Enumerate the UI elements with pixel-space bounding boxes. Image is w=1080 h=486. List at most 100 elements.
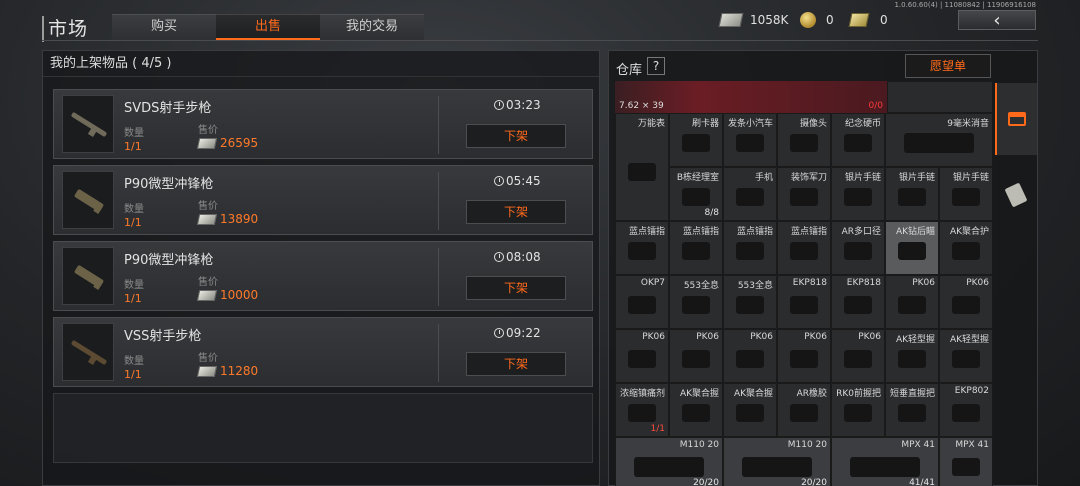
- inventory-item[interactable]: 银片手链: [831, 167, 885, 221]
- qty-value: 1/1: [124, 140, 142, 153]
- wishlist-button[interactable]: 愿望单: [905, 54, 991, 78]
- item-label: 短垂直握把: [889, 389, 935, 399]
- inventory-item[interactable]: PK06: [723, 329, 777, 383]
- inventory-item[interactable]: 553全息: [669, 275, 723, 329]
- inventory-item[interactable]: M110 20 20/20: [615, 437, 723, 486]
- inventory-item[interactable]: 浓缩镇痛剂 1/1: [615, 383, 669, 437]
- item-label: 浓缩镇痛剂: [619, 389, 665, 399]
- back-button[interactable]: ‹: [958, 9, 1036, 31]
- inventory-item[interactable]: EKP818: [831, 275, 885, 329]
- item-icon: [790, 295, 818, 314]
- inventory-item[interactable]: 万能表: [615, 113, 669, 221]
- item-icon: [628, 349, 656, 368]
- inventory-item[interactable]: EKP818: [777, 275, 831, 329]
- inventory-item[interactable]: AK钻后瞄: [885, 221, 939, 275]
- inventory-item[interactable]: 刷卡器: [669, 113, 723, 167]
- item-label: 蓝点镭指: [628, 227, 665, 237]
- inventory-item[interactable]: 摄像头: [777, 113, 831, 167]
- inventory-item[interactable]: 蓝点镭指: [669, 221, 723, 275]
- item-icon: [844, 295, 872, 314]
- item-icon: [736, 241, 764, 260]
- inventory-item[interactable]: AK聚合护: [939, 221, 993, 275]
- inventory-item[interactable]: PK06: [831, 329, 885, 383]
- inventory-item[interactable]: RK0前握把: [831, 383, 885, 437]
- inventory-item[interactable]: OKP7: [615, 275, 669, 329]
- listing-name: SVDS射手步枪: [124, 101, 212, 116]
- coin-value: 0: [826, 13, 834, 27]
- tab-my-trades[interactable]: 我的交易: [320, 14, 424, 40]
- timer-value: 08:08: [506, 250, 541, 264]
- inventory-item[interactable]: EKP802: [939, 383, 993, 437]
- listing-row: P90微型冲锋枪 数量 1/1 售价 10000 08:08 下架: [53, 241, 593, 311]
- coin-icon: [800, 12, 816, 28]
- delist-button[interactable]: 下架: [466, 276, 566, 300]
- item-icon: [736, 295, 764, 314]
- tab-warehouse[interactable]: [995, 83, 1037, 155]
- inventory-item[interactable]: AK聚合握: [723, 383, 777, 437]
- inventory-item[interactable]: AR多口径: [831, 221, 885, 275]
- listing-row: SVDS射手步枪 数量 1/1 售价 26595 03:23 下架: [53, 89, 593, 159]
- inventory-item[interactable]: 蓝点镭指: [615, 221, 669, 275]
- listing-row: P90微型冲锋枪 数量 1/1 售价 13890 05:45 下架: [53, 165, 593, 235]
- inventory-item[interactable]: 9毫米消音: [885, 113, 993, 167]
- empty-listing-slot[interactable]: [53, 393, 593, 463]
- price-label: 售价: [198, 125, 218, 136]
- timer-value: 05:45: [506, 174, 541, 188]
- item-icon: [844, 241, 872, 260]
- inventory-item[interactable]: PK06: [669, 329, 723, 383]
- weapon-item[interactable]: 7.62 × 39 0/0: [615, 81, 887, 113]
- inventory-item[interactable]: PK06: [885, 275, 939, 329]
- inventory-item[interactable]: 蓝点镭指: [777, 221, 831, 275]
- inventory-item[interactable]: 纪念硬币: [831, 113, 885, 167]
- item-icon: [952, 349, 980, 368]
- header-divider: [42, 40, 1038, 41]
- item-count: 41/41: [909, 478, 935, 486]
- tab-cards[interactable]: [995, 159, 1037, 231]
- inventory-item[interactable]: 银片手链: [939, 167, 993, 221]
- tab-buy[interactable]: 购买: [112, 14, 216, 40]
- inventory-item[interactable]: PK06: [777, 329, 831, 383]
- inventory-item[interactable]: AK轻型握: [885, 329, 939, 383]
- caliber-label: 7.62 × 39: [619, 101, 664, 111]
- inventory-item[interactable]: AK轻型握: [939, 329, 993, 383]
- inventory-item[interactable]: AK聚合握: [669, 383, 723, 437]
- item-label: 银片手链: [898, 173, 935, 183]
- inventory-item[interactable]: 银片手链: [885, 167, 939, 221]
- inventory-item[interactable]: PK06: [615, 329, 669, 383]
- inventory-item[interactable]: 蓝点镭指: [723, 221, 777, 275]
- inventory-item[interactable]: 装饰军刀: [777, 167, 831, 221]
- tab-sell[interactable]: 出售: [216, 14, 320, 40]
- price-value: 11280: [220, 364, 259, 378]
- item-count: 20/20: [801, 478, 827, 486]
- qty-label: 数量: [124, 204, 144, 215]
- delist-button[interactable]: 下架: [466, 124, 566, 148]
- item-icon: [628, 163, 656, 182]
- qty-label: 数量: [124, 356, 144, 367]
- inventory-item[interactable]: MPX 41 41/41: [831, 437, 939, 486]
- inventory-item[interactable]: 手机: [723, 167, 777, 221]
- item-label: 蓝点镭指: [790, 227, 827, 237]
- item-label: PK06: [858, 332, 881, 342]
- clock-icon: [494, 176, 504, 186]
- qty-value: 1/1: [124, 368, 142, 381]
- item-icon: [682, 133, 710, 152]
- inventory-item[interactable]: AR橡胶: [777, 383, 831, 437]
- qty-label: 数量: [124, 128, 144, 139]
- inventory-item[interactable]: PK06: [939, 275, 993, 329]
- help-icon[interactable]: ?: [647, 57, 665, 75]
- delist-button[interactable]: 下架: [466, 352, 566, 376]
- inventory-item[interactable]: 短垂直握把: [885, 383, 939, 437]
- timer-value: 09:22: [506, 326, 541, 340]
- inventory-item[interactable]: M110 20 20/20: [723, 437, 831, 486]
- item-icon: [790, 133, 818, 152]
- grid-cell[interactable]: [887, 81, 993, 113]
- inventory-item[interactable]: 553全息: [723, 275, 777, 329]
- inventory-item[interactable]: B栋经理室 8/8: [669, 167, 723, 221]
- item-icon: [742, 456, 812, 477]
- page-title: 市场: [48, 18, 89, 40]
- inventory-item[interactable]: MPX 41: [939, 437, 993, 486]
- inventory-item[interactable]: 发条小汽车: [723, 113, 777, 167]
- delist-button[interactable]: 下架: [466, 200, 566, 224]
- item-icon: [952, 403, 980, 422]
- back-arrow-icon: ‹: [993, 9, 1001, 31]
